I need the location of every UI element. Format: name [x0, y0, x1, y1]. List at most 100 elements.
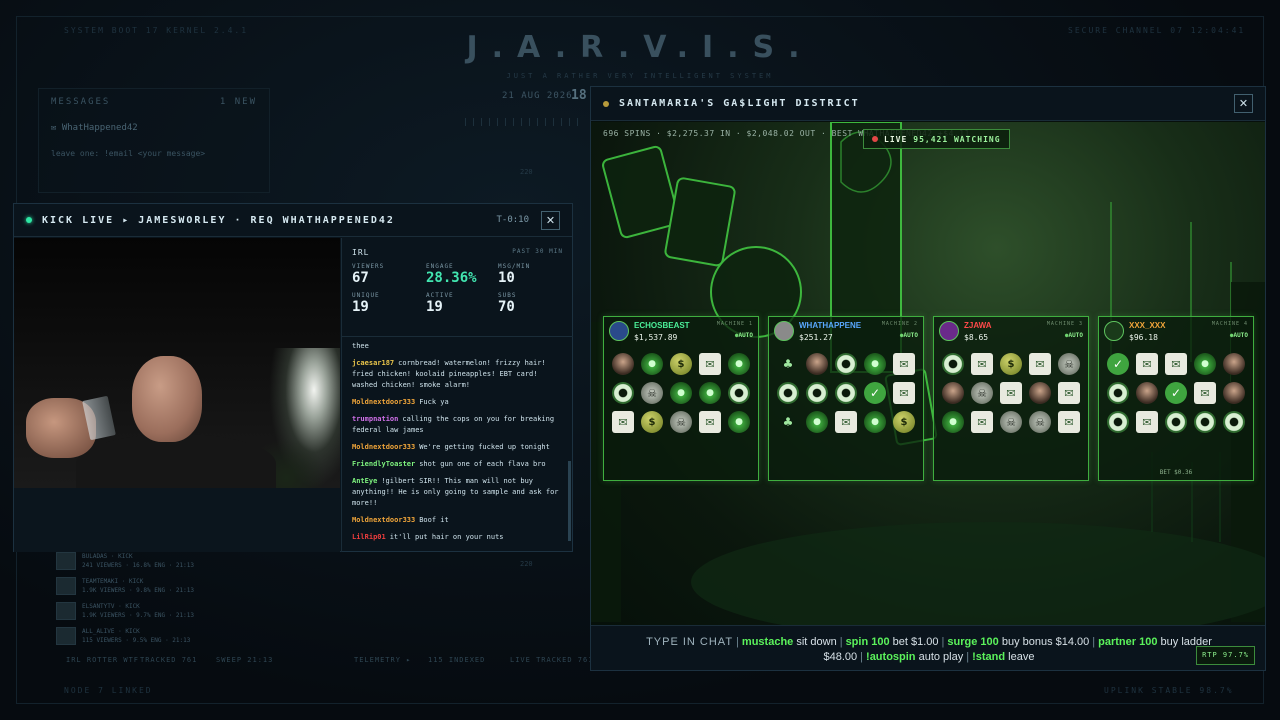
machine-number: MACHINE 2 [881, 321, 918, 327]
eye-symbol-icon [1223, 411, 1245, 433]
stat-label: ENGAGE [426, 263, 454, 270]
status-dot-icon [603, 100, 609, 107]
slot-machine[interactable]: ZJAWA $8.65 MACHINE 3 AUTO ✉ $ ✉ ☠ ☠ ✉ ✉ ● ✉ ☠ ☠ ✉ [933, 316, 1089, 481]
command-name: !autospin [866, 651, 916, 663]
stream-thumbnail [56, 552, 76, 570]
stat-value: 28.36% [426, 270, 477, 286]
stat-value: 10 [498, 270, 515, 286]
machine-number: MACHINE 4 [1211, 321, 1248, 327]
chat-username[interactable]: AntEye [352, 477, 377, 485]
chat-message: Moldnextdoor333 Boof it [352, 515, 563, 526]
eye-symbol-icon [728, 382, 750, 404]
rtp-badge: RTP 97.7% [1196, 646, 1255, 665]
command-desc: sit down [796, 636, 837, 648]
slot-machine[interactable]: XXX_XXX $96.18 MACHINE 4 AUTO ✓ ✉ ✉ ● ✓ ✉ ✉ BET $0.… [1098, 316, 1254, 481]
bg-date: 21 AUG 2026 [502, 91, 573, 101]
eye-symbol-icon [942, 353, 964, 375]
bg-number: 220 [520, 560, 533, 568]
face-symbol-icon [1136, 382, 1158, 404]
bg-stream-list: BULADAS · KICK 241 VIEWERS · 16.8% ENG · … [56, 552, 262, 656]
chat-username[interactable]: trumpnation [352, 415, 398, 423]
eye-symbol-icon [1107, 382, 1129, 404]
bag-symbol-icon: $ [670, 353, 692, 375]
scroll-symbol-icon: ✉ [893, 353, 915, 375]
avatar [1104, 321, 1124, 341]
chat-message: trumpnation calling the cops on you for b… [352, 414, 563, 436]
chat-username[interactable]: jcaesar187 [352, 359, 394, 367]
machine-balance: $96.18 [1129, 333, 1158, 342]
reel-grid: ✓ ✉ ✉ ● ✓ ✉ ✉ [1099, 347, 1253, 437]
chat-username[interactable]: Moldnextdoor333 [352, 516, 415, 524]
message-sender: WhatHappened42 [61, 123, 138, 133]
video-letterbox [14, 488, 340, 552]
stream-meta: 1.9K VIEWERS · 9.8% ENG · 21:13 [82, 587, 194, 594]
drink-symbol-icon: ● [942, 411, 964, 433]
skull-symbol-icon: ☠ [1000, 411, 1022, 433]
stream-name: ALL_ALIVE · KICK [82, 628, 140, 635]
scroll-symbol-icon: ✉ [699, 353, 721, 375]
bg-footer-text: TELEMETRY ▸ [354, 656, 412, 664]
slot-machine[interactable]: ECHOSBEAST $1,537.89 MACHINE 1 AUTO ● $ ✉ ● ☠ ● ● ✉… [603, 316, 759, 481]
stat-msg-min: MSG/MIN 10 [498, 263, 562, 286]
command-name: spin 100 [845, 636, 890, 648]
eye-symbol-icon [1165, 411, 1187, 433]
chat-username[interactable]: Moldnextdoor333 [352, 443, 415, 451]
bg-stream-item: ELSANTYTV · KICK 1.9K VIEWERS · 9.7% ENG … [56, 602, 262, 627]
auto-badge: AUTO [882, 332, 918, 339]
auto-badge: AUTO [1047, 332, 1083, 339]
message-hint: leave one: !email <your message> [51, 149, 206, 158]
eye-symbol-icon [612, 382, 634, 404]
scroll-symbol-icon: ✉ [699, 411, 721, 433]
eye-symbol-icon [777, 382, 799, 404]
machine-player: WHATHAPPENE [799, 321, 862, 330]
eye-symbol-icon [806, 382, 828, 404]
watching-count: 95,421 WATCHING [913, 134, 1001, 144]
scroll-symbol-icon: ✉ [1058, 411, 1080, 433]
kick-panel-title: KICK LIVE ▸ JAMESWORLEY · REQ WHATHAPPEN… [42, 214, 395, 226]
command-desc: buy bonus $14.00 [1001, 636, 1090, 648]
drink-symbol-icon: ● [864, 353, 886, 375]
live-watching-badge: LIVE 95,421 WATCHING [863, 129, 1010, 149]
machine-bet: BET $0.36 [1159, 469, 1193, 476]
stream-thumbnail [56, 577, 76, 595]
casino-close-button[interactable]: ✕ [1234, 94, 1253, 113]
slot-machine[interactable]: WHATHAPPENE $251.27 MACHINE 2 AUTO ♣ ● ✉ ✓ ✉ ♣ ● ✉ ●… [768, 316, 924, 481]
stream-video[interactable] [14, 238, 340, 552]
auto-badge: AUTO [717, 332, 753, 339]
command-desc: auto play [918, 651, 964, 663]
chat-scrollbar[interactable] [568, 461, 571, 541]
scroll-symbol-icon: ✉ [893, 382, 915, 404]
scroll-symbol-icon: ✉ [1029, 353, 1051, 375]
chat-username[interactable]: FriendlyToaster [352, 460, 415, 468]
drink-symbol-icon: ● [641, 353, 663, 375]
face-symbol-icon [612, 353, 634, 375]
stat-label: MSG/MIN [498, 263, 531, 270]
bag-symbol-icon: $ [893, 411, 915, 433]
chat-text: Fuck ya [419, 398, 449, 406]
bg-footer-text: TRACKED 761 [140, 656, 198, 664]
stream-meta: 241 VIEWERS · 16.8% ENG · 21:13 [82, 562, 194, 569]
command-item: mustache sit down [742, 636, 837, 648]
command-item: surge 100 buy bonus $14.00 [947, 636, 1089, 648]
drink-symbol-icon: ● [728, 353, 750, 375]
chat-commands: TYPE IN CHAT | mustache sit down | spin 100 … [646, 636, 1212, 663]
chat-message: LilRip01 it'll put hair on your nuts [352, 532, 563, 543]
streamer-head [132, 356, 202, 442]
eye-symbol-icon [1194, 411, 1216, 433]
skull-symbol-icon: ☠ [641, 382, 663, 404]
chat-feed[interactable]: thee jcaesar187 cornbread! watermelon! fri… [341, 337, 573, 552]
eye-symbol-icon [835, 353, 857, 375]
command-name: !stand [972, 651, 1006, 663]
bg-clock: 18 [571, 88, 587, 103]
kick-close-button[interactable]: ✕ [541, 210, 560, 230]
chat-username[interactable]: LilRip01 [352, 533, 386, 541]
lamp-symbol-icon: ♣ [782, 415, 794, 429]
live-indicator-icon [26, 217, 32, 223]
chat-message: jcaesar187 cornbread! watermelon! frizzy … [352, 358, 563, 391]
check-symbol-icon: ✓ [864, 382, 886, 404]
skull-symbol-icon: ☠ [1058, 353, 1080, 375]
kick-panel-header: KICK LIVE ▸ JAMESWORLEY · REQ WHATHAPPEN… [14, 204, 572, 237]
bag-symbol-icon: $ [641, 411, 663, 433]
stat-value: 70 [498, 299, 515, 315]
chat-username[interactable]: Moldnextdoor333 [352, 398, 415, 406]
